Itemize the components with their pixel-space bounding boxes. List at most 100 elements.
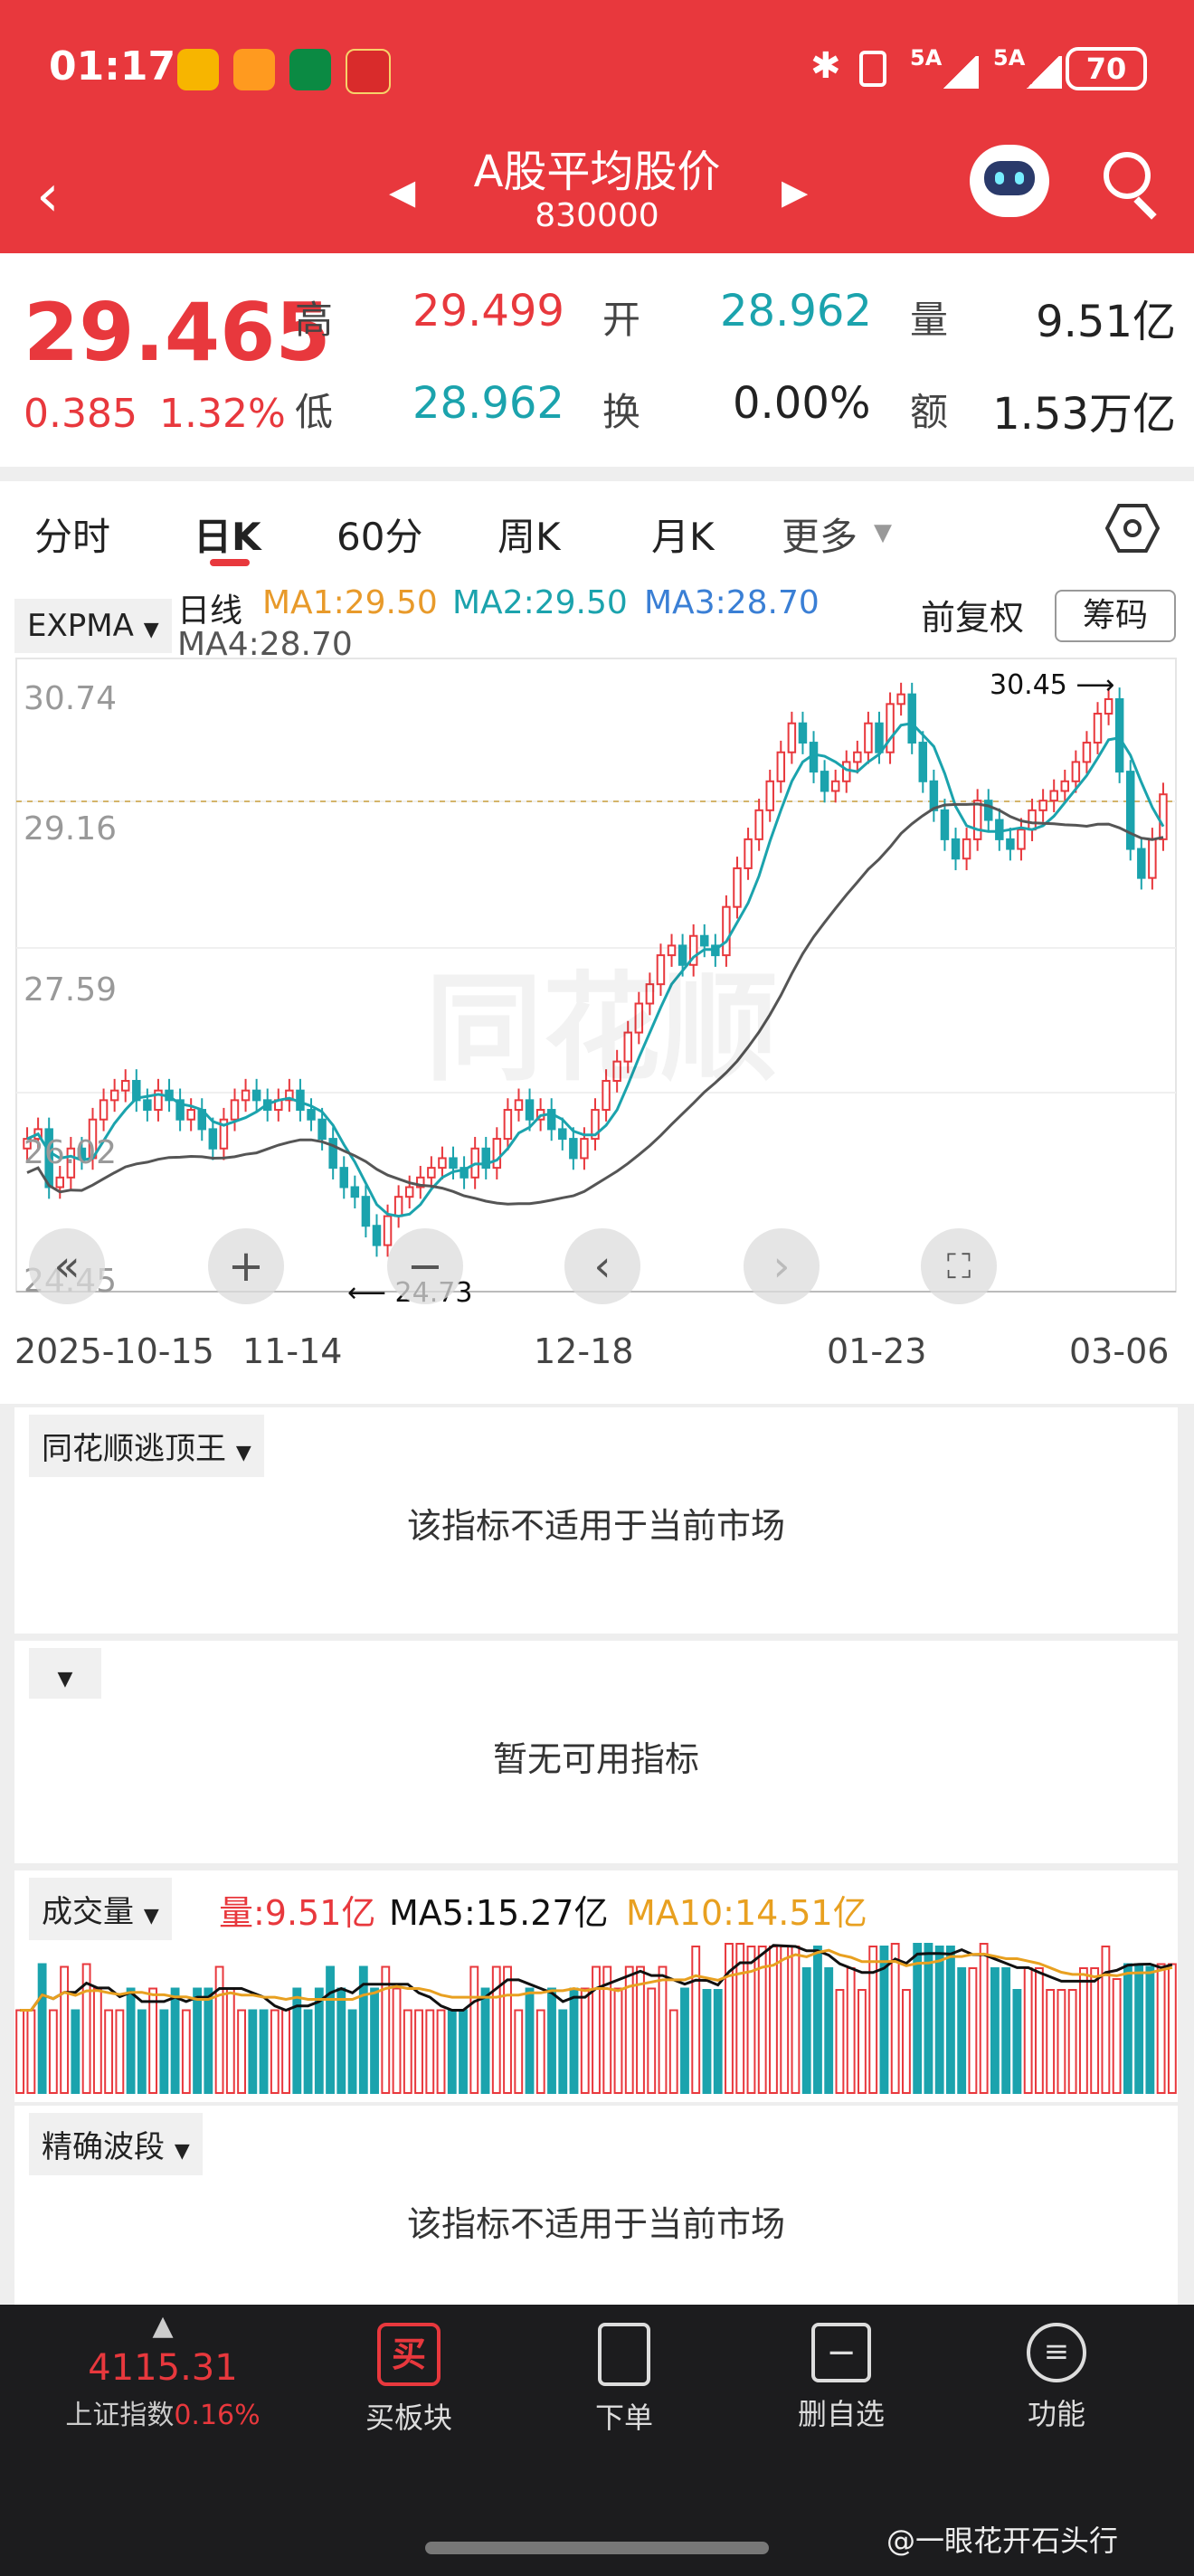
indicator-select-1[interactable]: 同花顺逃顶王 ▼ xyxy=(29,1415,264,1477)
robot-assistant-icon[interactable] xyxy=(970,145,1049,217)
turnover-label: 换 xyxy=(602,390,641,434)
status-bar: 01:17 ✱ 5A 5A 70 xyxy=(0,0,1194,145)
volume-bar xyxy=(1167,1963,1177,2094)
order-button[interactable]: 下单 xyxy=(534,2323,715,2437)
volume-bar xyxy=(801,1967,811,2094)
candle-body xyxy=(372,1225,382,1246)
candle-body xyxy=(449,1157,458,1170)
settings-hexagon-icon[interactable] xyxy=(1105,501,1160,555)
volume-bar xyxy=(214,1965,224,2094)
volume-value: 9.51亿 xyxy=(1036,297,1176,347)
indicator-2-message: 暂无可用指标 xyxy=(492,1739,699,1779)
candle-body xyxy=(558,1128,567,1141)
zoom-in-icon[interactable]: + xyxy=(208,1228,284,1304)
nav-bar: ‹ ◀ A股平均股价 830000 ▶ xyxy=(0,145,1194,253)
next-stock-icon[interactable]: ▶ xyxy=(782,172,808,212)
volume-bar xyxy=(525,1987,535,2094)
volume-bar xyxy=(292,1987,302,2094)
red-app-icon xyxy=(346,49,391,94)
fullscreen-icon[interactable]: ⛶ xyxy=(921,1228,997,1304)
candle-body xyxy=(438,1157,447,1170)
candle-body xyxy=(503,1109,513,1141)
bottom-nav: ▲ 4115.31 上证指数0.16% 买 买板块 下单 − 删自选 ≡ 功能 … xyxy=(0,2305,1194,2576)
tab-daily-k[interactable]: 日K xyxy=(194,507,261,562)
x-tick-1: 2025-10-15 xyxy=(14,1331,214,1371)
zoom-out-icon[interactable]: − xyxy=(387,1228,463,1304)
volume-bar xyxy=(137,2009,147,2094)
volume-bar xyxy=(92,1987,102,2094)
index-ticker[interactable]: ▲ 4115.31 上证指数0.16% xyxy=(36,2310,289,2432)
candle-body xyxy=(120,1079,130,1092)
search-icon[interactable] xyxy=(1104,152,1151,199)
tab-weekly-k[interactable]: 周K xyxy=(498,507,561,562)
volume-bar xyxy=(558,2009,568,2094)
candle-body xyxy=(744,838,753,869)
candle-body xyxy=(918,742,928,782)
indicator-panel-2: ▼ 暂无可用指标 xyxy=(14,1641,1178,1863)
candle-body xyxy=(798,722,808,744)
back-icon[interactable]: ‹ xyxy=(36,163,60,230)
volume-bar xyxy=(60,1965,70,2094)
candle-body xyxy=(55,1176,65,1189)
volume-bar xyxy=(968,1967,978,2094)
prev-icon[interactable]: ‹ xyxy=(564,1228,640,1304)
amount-label: 额 xyxy=(910,390,949,434)
index-up-arrow-icon: ▲ xyxy=(152,2310,174,2342)
next-icon[interactable]: › xyxy=(744,1228,820,1304)
volume-bar xyxy=(1034,1967,1044,2094)
volume-select[interactable]: 成交量 ▼ xyxy=(29,1878,172,1940)
candle-body xyxy=(1159,793,1168,840)
tab-intraday[interactable]: 分时 xyxy=(34,507,110,562)
fast-back-icon[interactable]: « xyxy=(29,1228,105,1304)
volume-bar xyxy=(503,1965,512,2094)
tab-more[interactable]: 更多 xyxy=(782,507,858,562)
candle-body xyxy=(1071,761,1081,782)
volume-bar xyxy=(769,1946,778,2094)
buy-sector-button[interactable]: 买 买板块 xyxy=(318,2323,499,2437)
candle-body xyxy=(251,1089,261,1102)
volume-bar xyxy=(858,1989,867,2094)
volume-bar xyxy=(126,1987,136,2094)
tab-monthly-k[interactable]: 月K xyxy=(651,507,715,562)
function-label: 功能 xyxy=(1027,2397,1085,2431)
volume-bar xyxy=(680,1987,689,2094)
candle-body xyxy=(393,1196,403,1217)
volume-bar xyxy=(193,1987,203,2094)
y-tick-3: 27.59 xyxy=(24,971,118,1009)
high-label: 高 xyxy=(295,298,334,342)
volume-bar xyxy=(248,2009,258,2094)
volume-bar xyxy=(725,1943,734,2094)
candle-body xyxy=(907,693,916,744)
open-label: 开 xyxy=(602,298,641,342)
candle-body xyxy=(1060,780,1070,792)
volume-bar xyxy=(924,1943,933,2094)
volume-bar xyxy=(425,2009,435,2094)
tab-60min[interactable]: 60分 xyxy=(336,507,422,562)
function-button[interactable]: ≡ 功能 xyxy=(966,2323,1147,2433)
home-indicator[interactable] xyxy=(425,2542,769,2554)
volume-bar xyxy=(791,1946,801,2094)
volume-bar xyxy=(535,2009,545,2094)
volume-bar xyxy=(281,2009,290,2094)
candle-body xyxy=(853,751,862,763)
indicator-select-3[interactable]: 精确波段 ▼ xyxy=(29,2113,203,2175)
candle-body xyxy=(580,1138,589,1160)
volume-dropdown-icon: ▼ xyxy=(143,1905,159,1927)
volume-bar xyxy=(259,2009,269,2094)
candle-body xyxy=(1028,809,1037,831)
volume-bar xyxy=(1023,1967,1033,2094)
prev-stock-icon[interactable]: ◀ xyxy=(389,172,415,212)
volume-bar xyxy=(702,1989,712,2094)
amount-value: 1.53万亿 xyxy=(992,389,1176,440)
volume-bar xyxy=(647,1987,657,2094)
candle-body xyxy=(886,703,895,753)
candle-body xyxy=(404,1186,414,1198)
volume-bar xyxy=(326,1965,335,2094)
remove-watchlist-button[interactable]: − 删自选 xyxy=(751,2323,932,2433)
candle-body xyxy=(962,838,971,860)
indicator-1-dropdown-icon: ▼ xyxy=(235,1442,251,1464)
candle-body xyxy=(99,1099,109,1121)
minus-box-icon: − xyxy=(811,2323,871,2382)
indicator-select-2[interactable]: ▼ xyxy=(29,1648,101,1699)
volume-bar xyxy=(946,1946,955,2094)
